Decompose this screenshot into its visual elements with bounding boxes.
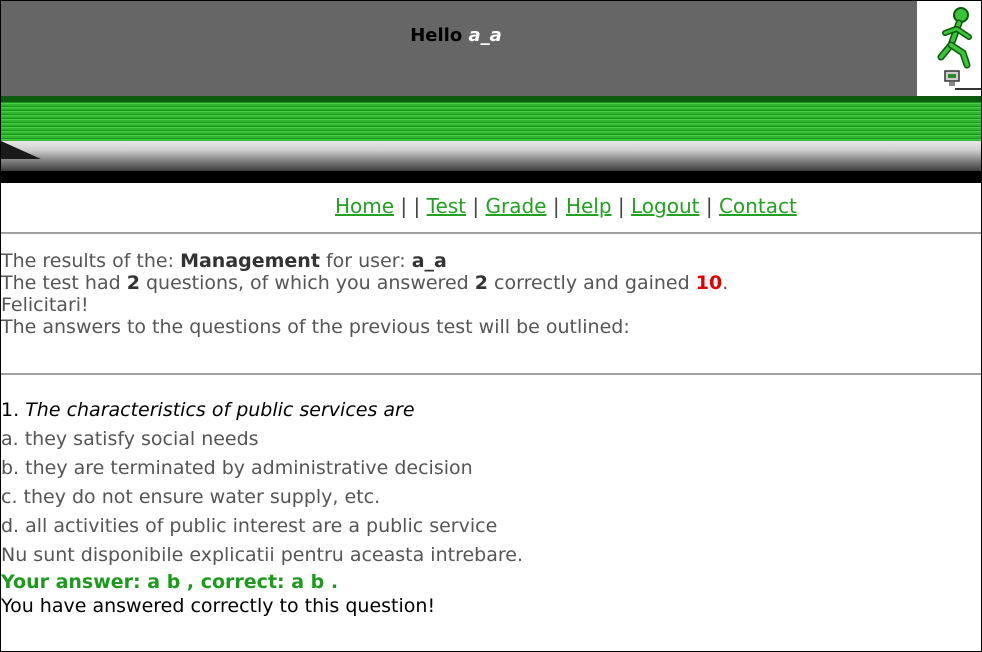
score-value: 10 (695, 272, 723, 294)
question-title: 1. The characteristics of public service… (1, 396, 976, 425)
question-text: The characteristics of public services a… (25, 399, 415, 421)
results-summary: The results of the: Management for user:… (1, 250, 976, 338)
subject-name: Management (180, 250, 320, 272)
greeting-prefix: Hello (410, 25, 463, 46)
results-outline-text: The answers to the questions of the prev… (1, 316, 630, 338)
horizontal-rule (1, 232, 981, 234)
option-a: a. they satisfy social needs (1, 428, 259, 450)
grey-gradient-bar (1, 141, 981, 171)
results-line-score: The test had 2 questions, of which you a… (1, 272, 729, 294)
nav-separator: | (617, 194, 625, 218)
question-number: 1. (1, 399, 20, 421)
logo (917, 1, 981, 96)
option-c: c. they do not ensure water supply, etc. (1, 486, 381, 508)
nav-test-link[interactable]: Test (427, 194, 466, 218)
running-man-logo-icon (937, 7, 981, 90)
correct-count: 2 (474, 272, 488, 294)
results-user: a_a (411, 250, 447, 272)
nav-separator: | (472, 194, 480, 218)
horizontal-rule (1, 373, 981, 375)
your-answer-text: Your answer: a b , correct: a b . (1, 571, 339, 593)
felicitari-text: Felicitari! (1, 294, 89, 316)
header: Hello a_a (1, 1, 981, 96)
explanation-text: Nu sunt disponibile explicatii pentru ac… (1, 544, 523, 566)
results-line-subject: The results of the: Management for user:… (1, 250, 447, 272)
nav-separator: | (552, 194, 560, 218)
nav-logout-link[interactable]: Logout (631, 194, 699, 218)
greeting-username: a_a (468, 25, 502, 46)
nav-separator: | | (400, 194, 421, 218)
page-frame: Hello a_a Home | | Test | Grade | Help |… (0, 0, 982, 652)
nav-help-link[interactable]: Help (566, 194, 612, 218)
main-nav: Home | | Test | Grade | Help | Logout | … (1, 194, 981, 224)
option-b: b. they are terminated by administrative… (1, 457, 473, 479)
question-block: 1. The characteristics of public service… (1, 396, 976, 618)
option-d: d. all activities of public interest are… (1, 515, 498, 537)
nav-separator: | (705, 194, 713, 218)
nav-contact-link[interactable]: Contact (719, 194, 797, 218)
black-divider-bar (1, 171, 981, 183)
nav-grade-link[interactable]: Grade (485, 194, 546, 218)
greeting: Hello a_a (1, 25, 911, 46)
green-stripe-band (1, 96, 981, 141)
result-message: You have answered correctly to this ques… (1, 595, 436, 617)
question-count: 2 (126, 272, 140, 294)
nav-home-link[interactable]: Home (335, 194, 394, 218)
